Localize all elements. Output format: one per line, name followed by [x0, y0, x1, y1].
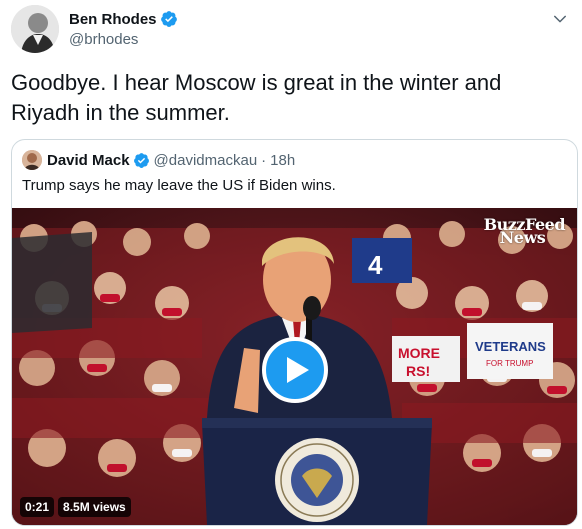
view-count: 8.5M views — [58, 497, 131, 517]
quoted-avatar[interactable] — [22, 150, 42, 170]
tweet-author[interactable]: Ben Rhodes @brhodes — [11, 5, 178, 53]
tweet-text: Goodbye. I hear Moscow is great in the w… — [11, 70, 502, 125]
sign-veterans-text: VETERANS — [475, 339, 546, 354]
name-row: Ben Rhodes — [69, 10, 178, 28]
play-icon — [287, 357, 309, 383]
video-badges: 0:21 8.5M views — [20, 497, 135, 517]
quoted-tweet-header: David Mack @davidmackau · 18h — [22, 150, 295, 170]
author-handle[interactable]: @brhodes — [69, 31, 178, 48]
quoted-author-handle[interactable]: @davidmackau — [154, 152, 258, 169]
sign-more-text: MORE — [398, 345, 440, 361]
sign-more-text-2: RS! — [406, 363, 430, 379]
sign-veterans-sub: FOR TRUMP — [486, 359, 533, 368]
tweet: Ben Rhodes @brhodes Goodbye. I hear Mosc… — [0, 0, 582, 529]
presidential-seal — [275, 438, 359, 522]
author-display-name[interactable]: Ben Rhodes — [69, 11, 157, 28]
quoted-timestamp[interactable]: 18h — [270, 152, 295, 169]
video-player[interactable]: 4 MORE RS! VETERANS FOR TRUMP BuzzFeed N… — [12, 208, 577, 525]
sign-number: 4 — [368, 250, 383, 280]
chevron-down-icon[interactable] — [551, 10, 569, 28]
video-duration: 0:21 — [20, 497, 55, 517]
quoted-author-name[interactable]: David Mack — [47, 152, 130, 169]
buzzfeed-watermark: BuzzFeed News — [484, 217, 566, 246]
quoted-tweet[interactable]: David Mack @davidmackau · 18h Trump says… — [11, 139, 578, 526]
verified-badge-icon — [160, 11, 177, 27]
avatar[interactable] — [11, 5, 59, 53]
author-names: Ben Rhodes @brhodes — [69, 10, 178, 48]
separator-dot: · — [261, 151, 267, 169]
play-button[interactable] — [262, 337, 328, 403]
verified-badge-icon — [133, 152, 149, 168]
quoted-tweet-text: Trump says he may leave the US if Biden … — [22, 177, 336, 194]
